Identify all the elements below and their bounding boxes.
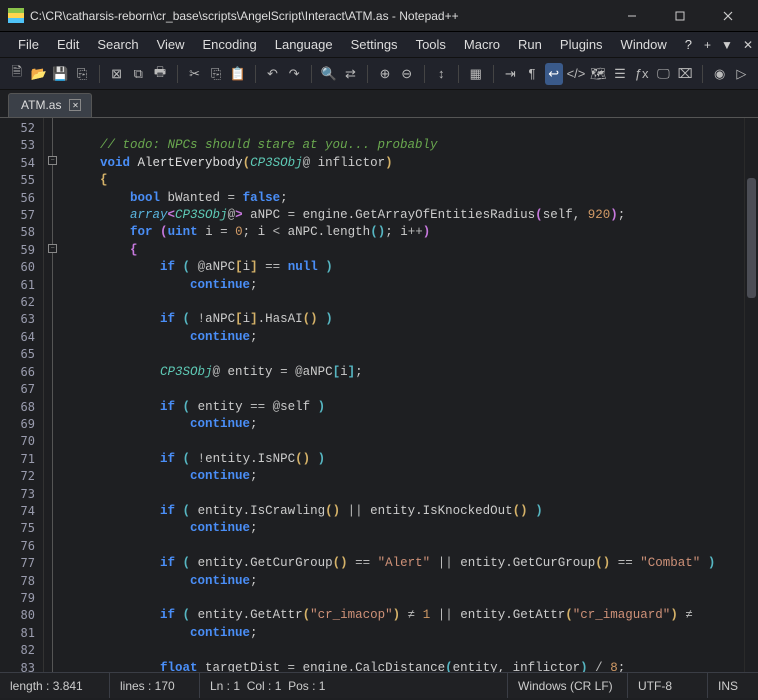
find-icon[interactable]: 🔍	[320, 63, 338, 85]
wordwrap-icon[interactable]: ↩	[545, 63, 563, 85]
statusbar: length : 3.841 lines : 170 Ln : 1 Col : …	[0, 672, 758, 698]
folder-icon[interactable]: 🖵	[655, 63, 673, 85]
tab-atm[interactable]: ATM.as ✕	[8, 93, 92, 117]
maximize-button[interactable]	[658, 2, 702, 30]
status-insert[interactable]: INS	[708, 673, 758, 698]
menu-view[interactable]: View	[149, 34, 193, 55]
new-file-icon[interactable]: 🗎	[8, 63, 26, 85]
open-file-icon[interactable]: 📂	[30, 63, 48, 85]
undo-icon[interactable]: ↶	[264, 63, 282, 85]
play-icon[interactable]: ▷	[733, 63, 751, 85]
paste-icon[interactable]: 📋	[229, 63, 247, 85]
vertical-scrollbar[interactable]	[744, 118, 758, 672]
menu-plugins[interactable]: Plugins	[552, 34, 611, 55]
tabbar: ATM.as ✕	[0, 90, 758, 118]
tab-label: ATM.as	[21, 98, 61, 112]
menu-encoding[interactable]: Encoding	[195, 34, 265, 55]
fold-toggle-icon[interactable]: −	[48, 156, 57, 165]
tab-close-icon[interactable]: ✕	[69, 99, 81, 111]
close-panel-icon[interactable]: ✕	[743, 38, 753, 52]
print-icon[interactable]: 🖶	[151, 63, 169, 85]
code-icon[interactable]: </>	[567, 63, 586, 85]
app-icon	[8, 8, 24, 24]
menu-edit[interactable]: Edit	[49, 34, 87, 55]
menu-window[interactable]: Window	[613, 34, 675, 55]
menu-help[interactable]: ?	[677, 34, 700, 55]
save-icon[interactable]: 💾	[51, 63, 69, 85]
menu-settings[interactable]: Settings	[343, 34, 406, 55]
monitor-icon[interactable]: ⌧	[676, 63, 694, 85]
status-pos: Ln : 1 Col : 1 Pos : 1	[200, 673, 508, 698]
sync-icon[interactable]: ↕	[432, 63, 450, 85]
status-eol[interactable]: Windows (CR LF)	[508, 673, 628, 698]
menu-language[interactable]: Language	[267, 34, 341, 55]
titlebar: C:\CR\catharsis-reborn\cr_base\scripts\A…	[0, 0, 758, 32]
close-all-icon[interactable]: ⧉	[129, 63, 147, 85]
close-file-icon[interactable]: ⊠	[108, 63, 126, 85]
map-icon[interactable]: 🗺	[589, 63, 607, 85]
plus-icon[interactable]: +	[704, 38, 711, 52]
cut-icon[interactable]: ✂	[186, 63, 204, 85]
menubar: File Edit Search View Encoding Language …	[0, 32, 758, 58]
status-encoding[interactable]: UTF-8	[628, 673, 708, 698]
record-icon[interactable]: ◉	[711, 63, 729, 85]
zoom-in-icon[interactable]: ⊕	[376, 63, 394, 85]
fold-toggle-icon[interactable]: −	[48, 244, 57, 253]
window-title: C:\CR\catharsis-reborn\cr_base\scripts\A…	[30, 9, 610, 23]
menu-macro[interactable]: Macro	[456, 34, 508, 55]
copy-icon[interactable]: ⎘	[207, 63, 225, 85]
indent-icon[interactable]: ⇥	[501, 63, 519, 85]
close-button[interactable]	[706, 2, 750, 30]
status-lines: lines : 170	[110, 673, 200, 698]
replace-icon[interactable]: ⇄	[342, 63, 360, 85]
pilcrow-icon[interactable]: ¶	[523, 63, 541, 85]
menu-tools[interactable]: Tools	[408, 34, 454, 55]
scrollbar-thumb[interactable]	[747, 178, 756, 298]
doc-list-icon[interactable]: ☰	[611, 63, 629, 85]
menu-file[interactable]: File	[10, 34, 47, 55]
fold-column: − −	[44, 118, 62, 672]
save-all-icon[interactable]: ⎘	[73, 63, 91, 85]
code-area[interactable]: // todo: NPCs should stare at you... pro…	[62, 118, 744, 672]
minimize-button[interactable]	[610, 2, 654, 30]
zoom-out-icon[interactable]: ⊖	[398, 63, 416, 85]
line-number-gutter: 5253545556575859606162636465666768697071…	[0, 118, 44, 672]
menu-run[interactable]: Run	[510, 34, 550, 55]
toggle-1-icon[interactable]: ▦	[467, 63, 485, 85]
menu-search[interactable]: Search	[89, 34, 146, 55]
dropdown-icon[interactable]: ▼	[721, 38, 733, 52]
function-icon[interactable]: ƒx	[633, 63, 651, 85]
redo-icon[interactable]: ↷	[285, 63, 303, 85]
editor: 5253545556575859606162636465666768697071…	[0, 118, 758, 672]
toolbar: 🗎 📂 💾 ⎘ ⊠ ⧉ 🖶 ✂ ⎘ 📋 ↶ ↷ 🔍 ⇄ ⊕ ⊖ ↕ ▦ ⇥ ¶ …	[0, 58, 758, 90]
